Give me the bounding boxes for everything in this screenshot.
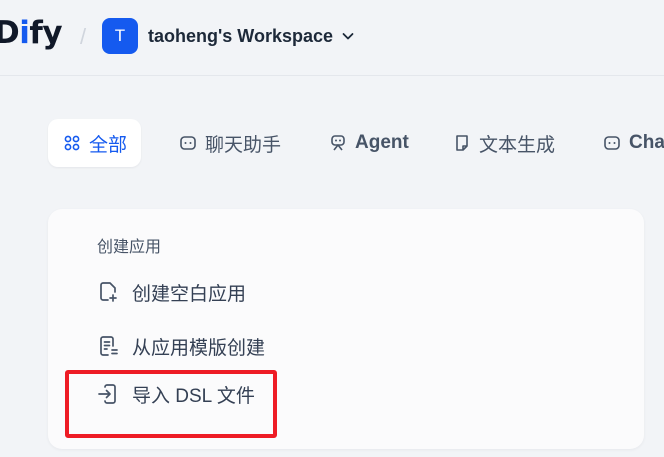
grid-icon xyxy=(64,135,80,151)
tab-label: Chat xyxy=(629,132,664,153)
chat-bubble-icon xyxy=(604,136,620,150)
tab-label: Agent xyxy=(355,132,409,153)
tab-all[interactable]: 全部 xyxy=(48,119,142,167)
tab-label: 文本生成 xyxy=(479,134,556,156)
menu-item-label: 从应用模版创建 xyxy=(132,337,266,359)
tab-label: 聊天助手 xyxy=(205,134,282,156)
workspace-name[interactable]: taoheng's Workspace xyxy=(148,24,333,48)
chevron-down-icon[interactable] xyxy=(340,28,356,44)
create-app-title: 创建应用 xyxy=(97,239,162,256)
menu-item-label: 导入 DSL 文件 xyxy=(132,385,255,407)
breadcrumb-separator: / xyxy=(80,24,87,49)
tab-chat-assistant[interactable]: 聊天助手 xyxy=(164,119,295,167)
file-template-icon xyxy=(100,336,118,356)
menu-item-label: 创建空白应用 xyxy=(132,283,247,305)
tab-text-generation[interactable]: 文本生成 xyxy=(438,119,569,167)
dify-logo[interactable]: Dify xyxy=(0,14,63,52)
tab-label: 全部 xyxy=(89,134,128,156)
file-plus-icon xyxy=(100,282,117,302)
import-icon xyxy=(98,384,116,404)
create-from-template-button[interactable]: 从应用模版创建 xyxy=(96,331,265,361)
robot-icon xyxy=(331,135,345,151)
create-blank-app-button[interactable]: 创建空白应用 xyxy=(96,277,246,307)
workspace-avatar[interactable]: T xyxy=(102,18,138,54)
top-header: Dify / T taoheng's Workspace xyxy=(0,0,664,76)
tab-agent[interactable]: Agent xyxy=(314,119,423,167)
import-dsl-button[interactable]: 导入 DSL 文件 xyxy=(96,379,255,409)
tab-chatflow[interactable]: Chat xyxy=(588,119,664,167)
document-icon xyxy=(456,135,468,151)
chat-bubble-icon xyxy=(180,136,196,150)
